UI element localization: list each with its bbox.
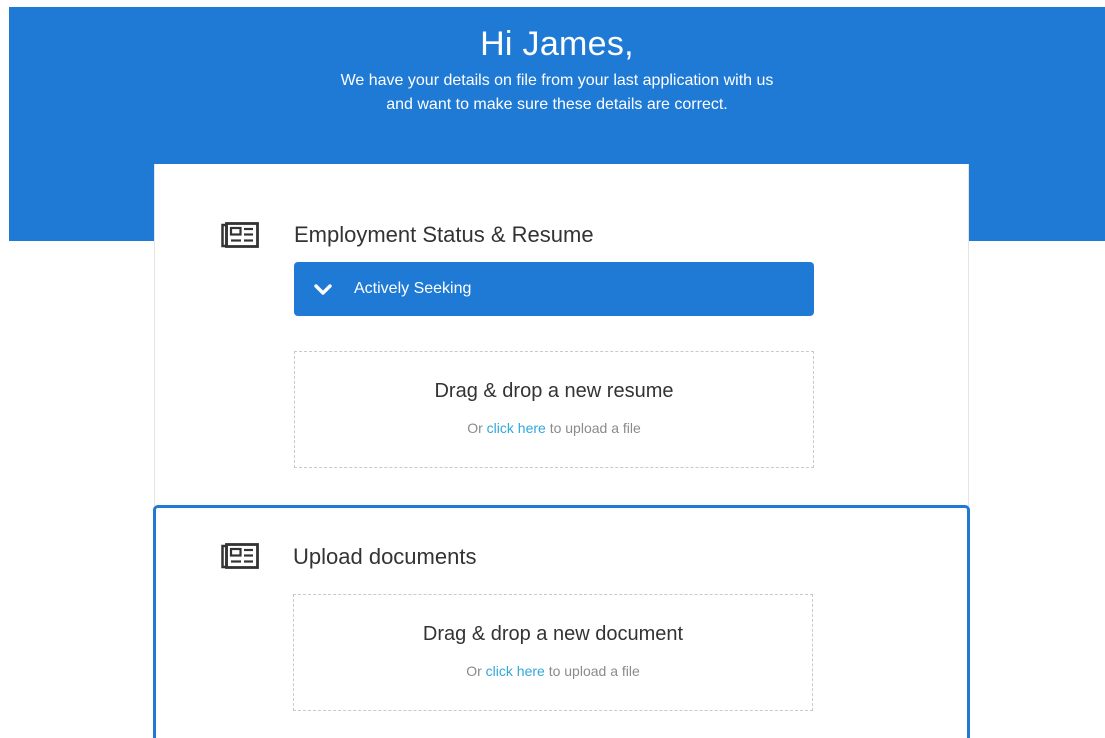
resume-upload-link[interactable]: click here [487,420,546,436]
resume-hint-prefix: Or [467,420,483,436]
newspaper-icon [221,222,259,248]
employment-section-title: Employment Status & Resume [294,222,594,247]
newspaper-icon [221,543,259,569]
subtitle-line-1: We have your details on file from your l… [340,72,774,89]
employment-section: Employment Status & Resume Actively Seek… [154,164,969,506]
resume-dropzone-hint: Or click here to upload a file [295,420,813,436]
document-hint-prefix: Or [466,663,482,679]
document-dropzone-title: Drag & drop a new document [422,623,684,645]
chevron-down-icon [314,283,332,295]
employment-status-dropdown[interactable]: Actively Seeking [294,262,814,316]
greeting-title: Hi James, [480,25,634,63]
resume-dropzone-title: Drag & drop a new resume [434,380,674,402]
document-dropzone[interactable]: Drag & drop a new document Or click here… [293,594,813,711]
document-hint-suffix: to upload a file [548,663,640,679]
header-subtitle: We have your details on file from your l… [9,69,1105,117]
resume-dropzone[interactable]: Drag & drop a new resume Or click here t… [294,351,814,468]
resume-hint-suffix: to upload a file [549,420,641,436]
document-dropzone-hint: Or click here to upload a file [294,663,812,679]
upload-documents-title: Upload documents [293,544,477,569]
upload-documents-section[interactable]: Upload documents Drag & drop a new docum… [153,505,970,738]
document-upload-link[interactable]: click here [486,663,545,679]
employment-status-value: Actively Seeking [354,280,472,297]
subtitle-line-2: and want to make sure these details are … [386,96,728,113]
